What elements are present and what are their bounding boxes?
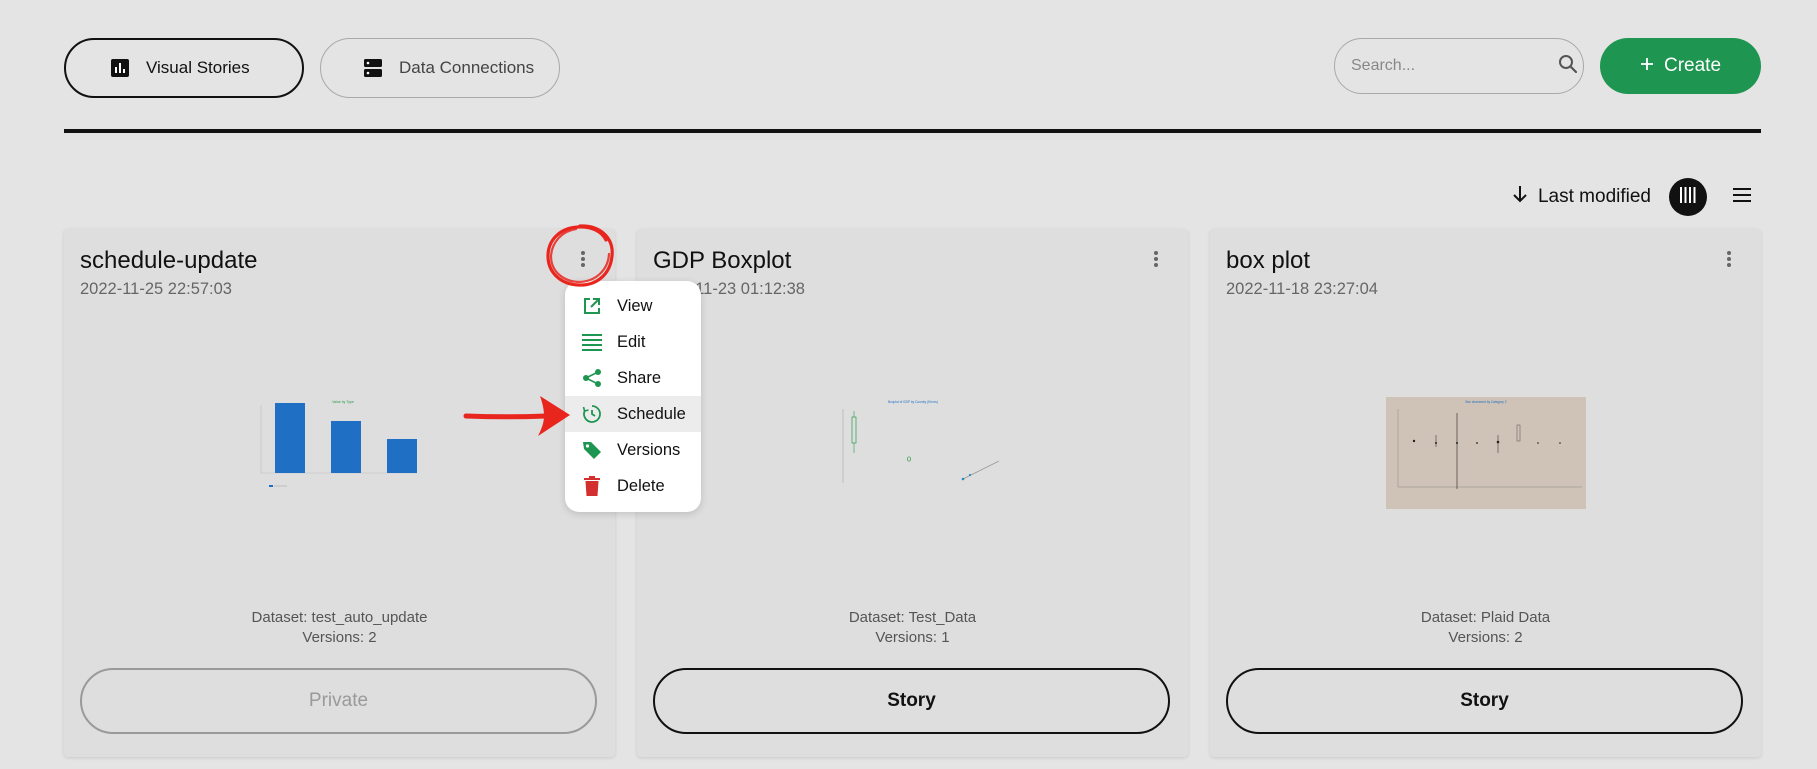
thumbnail-title: Boxplot of GDP by Country (Errors) [888,400,938,404]
card-dataset: Dataset: test_auto_update [251,609,428,626]
more-vertical-icon [580,250,586,273]
schedule-clock-icon [581,403,603,425]
open-external-icon [581,295,603,317]
context-menu: View Edit Share Schedule Versions Delete [565,281,701,512]
card-thumbnail: Value by Type [257,397,423,493]
card-versions: Versions: 2 [1448,629,1523,646]
menu-item-label: Schedule [617,404,686,423]
arrow-down-icon [1512,185,1528,209]
story-button[interactable]: Story [653,668,1170,734]
story-card[interactable]: schedule-update 2022-11-25 22:57:03 Valu… [64,229,615,757]
grid-view-button[interactable] [1669,178,1707,216]
more-vertical-icon [1153,250,1159,273]
search-box [1334,38,1584,94]
menu-item-edit[interactable]: Edit [565,324,701,360]
card-title: schedule-update [80,247,258,274]
card-thumbnail: Boxplot of GDP by Country (Errors) [823,399,1003,491]
menu-item-schedule[interactable]: Schedule [565,396,701,432]
bar-chart-icon [110,58,130,78]
menu-item-label: Share [617,368,662,387]
list-view-icon [1733,187,1751,207]
server-icon [363,58,383,78]
card-title: GDP Boxplot [653,247,792,274]
thumbnail-title: Box chammed by Category 2 [1465,400,1506,404]
story-card[interactable]: GDP Boxplot 2022-11-23 01:12:38 Boxplot … [637,229,1188,757]
card-versions: Versions: 2 [302,629,377,646]
tab-label: Data Connections [399,58,535,77]
tag-icon [581,439,603,461]
menu-item-view[interactable]: View [565,288,701,324]
card-date: 2022-11-18 23:27:04 [1226,280,1378,298]
tab-label: Visual Stories [146,58,250,77]
card-dataset: Dataset: Test_Data [848,609,977,626]
story-button[interactable]: Story [1226,668,1743,734]
share-icon [581,367,603,389]
card-thumbnail: Box chammed by Category 2 [1385,397,1586,509]
menu-item-label: View [617,296,653,315]
sort-label: Last modified [1537,186,1651,207]
sort-row: Last modified [1512,177,1761,217]
edit-lines-icon [581,331,603,353]
menu-item-label: Delete [617,476,665,495]
sort-control[interactable]: Last modified [1512,185,1651,209]
private-button[interactable]: Private [80,668,597,734]
menu-item-delete[interactable]: Delete [565,468,701,504]
menu-item-share[interactable]: Share [565,360,701,396]
menu-item-label: Edit [617,332,646,351]
grid-view-icon [1679,186,1697,209]
header-divider [64,129,1761,133]
menu-item-versions[interactable]: Versions [565,432,701,468]
card-versions: Versions: 1 [875,629,950,646]
trash-icon [581,475,603,497]
plus-icon [1640,55,1654,77]
story-card[interactable]: box plot 2022-11-18 23:27:04 Box chammed… [1210,229,1761,757]
thumbnail-title: Value by Type [332,400,354,404]
menu-item-label: Versions [617,440,681,459]
search-icon[interactable] [1558,54,1578,79]
tab-data-connections[interactable]: Data Connections [320,38,560,98]
top-bar: Visual Stories Data Connections Create [64,38,1761,98]
more-options-button[interactable] [1144,249,1168,273]
search-input[interactable] [1351,57,1558,75]
card-date: 2022-11-25 22:57:03 [80,280,232,298]
create-button[interactable]: Create [1600,38,1761,94]
list-view-button[interactable] [1723,178,1761,216]
card-dataset: Dataset: Plaid Data [1420,609,1551,626]
create-label: Create [1663,55,1722,76]
card-title: box plot [1226,247,1311,274]
more-options-button[interactable] [1717,249,1741,273]
more-vertical-icon [1726,250,1732,273]
tab-visual-stories[interactable]: Visual Stories [64,38,304,98]
more-options-button[interactable] [571,249,595,273]
